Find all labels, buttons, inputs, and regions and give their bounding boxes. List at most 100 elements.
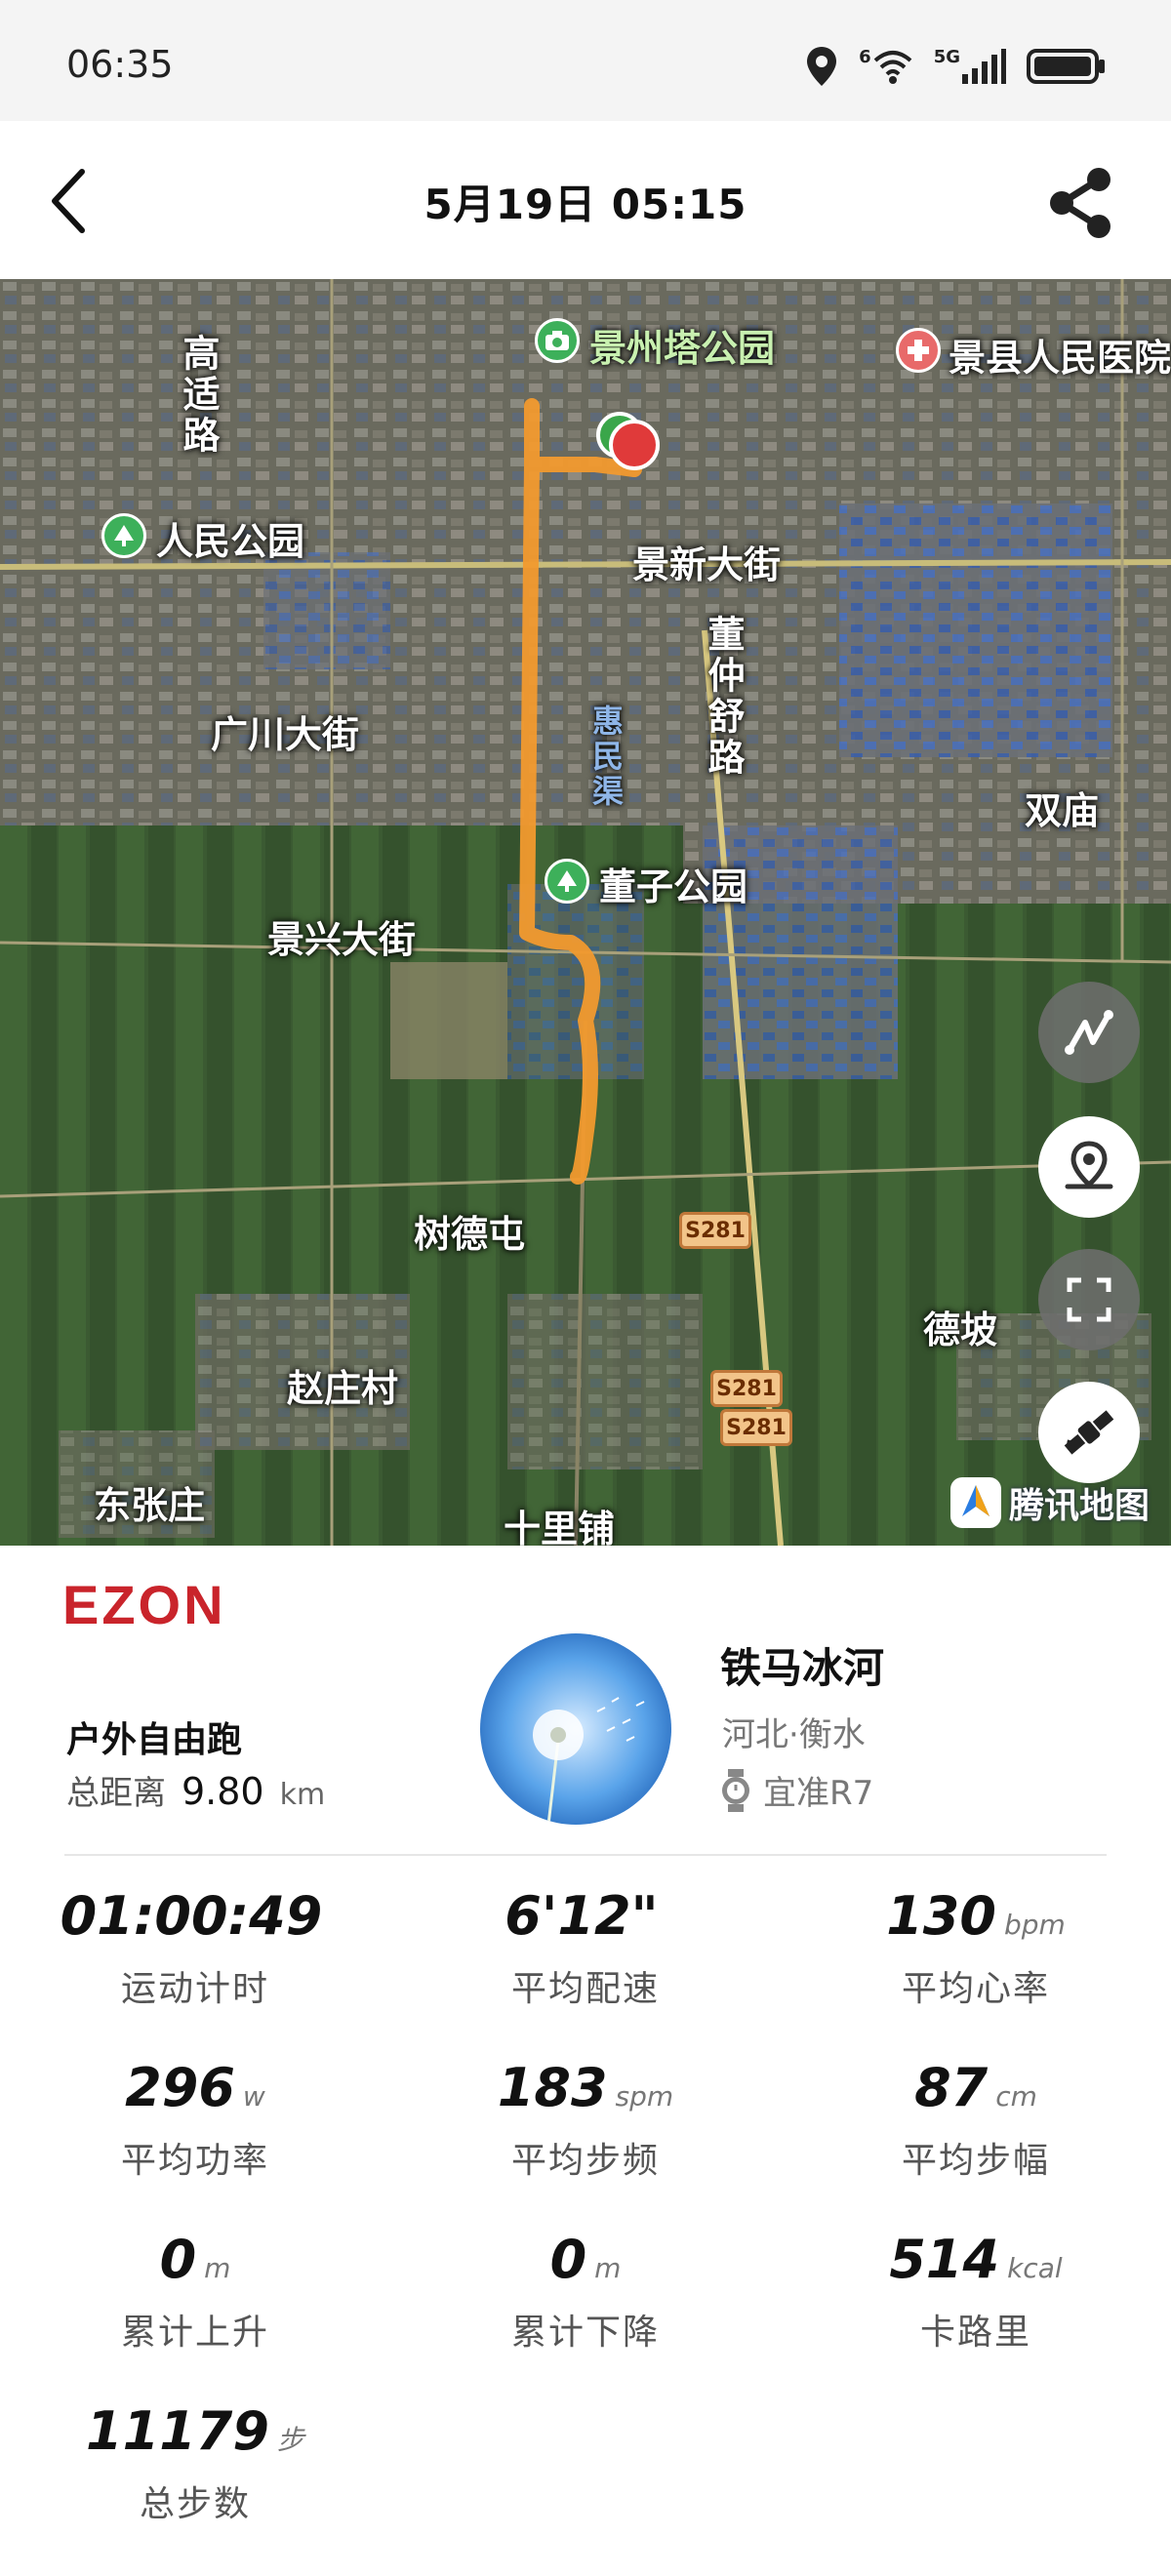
share-icon (1050, 168, 1110, 238)
stat-unit: bpm (1003, 1909, 1066, 1941)
map-view[interactable]: 景州塔公园 景县人民医院 高适路 人民公园 景新大街 广川大街 董仲舒路 惠民渠… (0, 279, 1171, 1546)
map-label-shilipu: 十里铺 (504, 1508, 616, 1546)
stat-avg-heart-rate: 130 bpm 平均心率 (781, 1885, 1171, 2011)
brand-logo: EZON (62, 1574, 226, 1635)
stat-avg-cadence: 183 spm 平均步频 (390, 2057, 781, 2183)
map-label-jingxing-street: 景兴大街 (267, 918, 417, 961)
stat-label: 累计下降 (510, 2313, 660, 2353)
stat-unit: m (594, 2252, 622, 2284)
stat-duration: 01:00:49 运动计时 (0, 1885, 390, 2011)
stat-value: 01:00:49 (60, 1885, 323, 1947)
stat-value: 514 (889, 2229, 1000, 2290)
title-bar: 5月19日 05:15 (0, 121, 1171, 279)
map-label-zhaozhuang: 赵庄村 (287, 1367, 399, 1410)
fullscreen-icon (1067, 1277, 1111, 1322)
stat-label: 总步数 (139, 2484, 251, 2524)
map-label-dongzi-park: 董子公园 (599, 865, 748, 908)
stat-label: 累计上升 (120, 2313, 269, 2353)
wifi-icon: 6 (859, 47, 914, 86)
device-row: 宜准R7 (718, 1766, 873, 1814)
stat-value: 11179 (86, 2400, 269, 2462)
map-label-dongzhangzhuang: 东张庄 (94, 1484, 206, 1527)
track-toggle-button[interactable] (1038, 982, 1140, 1083)
status-icons: 6 5G (804, 45, 1107, 88)
map-label-dezhuang: 德坡 (923, 1308, 998, 1351)
satellite-map-background (0, 279, 1171, 1546)
stat-label: 平均步幅 (901, 2141, 1050, 2181)
avatar[interactable] (480, 1633, 671, 1825)
map-provider-name: 腾讯地图 (1008, 1486, 1150, 1526)
tree-poi-icon (545, 859, 589, 904)
road-shield-s281: S281 (679, 1212, 751, 1249)
stat-total-ascent: 0m 累计上升 (0, 2229, 390, 2355)
map-label-renmin-park: 人民公园 (156, 520, 305, 563)
stat-label: 平均步频 (510, 2141, 660, 2181)
stat-unit: 步 (276, 2424, 304, 2456)
map-label-hospital: 景县人民医院 (949, 337, 1171, 380)
distance-label: 总距离 (66, 1774, 166, 1813)
tencent-map-icon (949, 1477, 1001, 1528)
map-label-jingxin-street: 景新大街 (632, 543, 782, 586)
user-location: 河北·衡水 (722, 1715, 866, 1754)
stat-unit: m (204, 2252, 231, 2284)
route-icon (1065, 1010, 1113, 1055)
tree-poi-icon (101, 513, 146, 558)
map-label-park-jingzhouta: 景州塔公园 (589, 327, 776, 370)
map-label-gaoshi-road: 高适路 (177, 334, 220, 457)
network-label: 5G (933, 47, 960, 67)
fullscreen-button[interactable] (1038, 1249, 1140, 1350)
distance-unit: km (279, 1778, 326, 1812)
workout-summary-panel: EZON 户外自由跑 总距离 9.80 km 铁马冰河 河北·衡水 宜准R7 0… (0, 1546, 1171, 2576)
stat-label: 平均配速 (510, 1969, 660, 2009)
stat-unit: kcal (1007, 2252, 1063, 2284)
distance-row: 总距离 9.80 km (66, 1766, 325, 1814)
dandelion-avatar-image (480, 1633, 671, 1825)
location-pin-icon (1065, 1141, 1113, 1189)
watch-icon (722, 1768, 749, 1812)
map-provider-logo: 腾讯地图 (949, 1475, 1150, 1530)
stat-unit: spm (615, 2080, 674, 2113)
location-icon (804, 45, 839, 88)
stat-unit: cm (995, 2080, 1037, 2113)
stat-label: 运动计时 (120, 1969, 269, 2009)
stat-unit: w (242, 2080, 265, 2113)
satellite-icon (1064, 1410, 1114, 1455)
road-shield-s281: S281 (720, 1409, 792, 1446)
stat-value: 0 (549, 2229, 587, 2290)
map-label-shuangmiao: 双庙 (1025, 789, 1100, 832)
stat-value: 130 (886, 1885, 996, 1947)
page-title: 5月19日 05:15 (424, 181, 747, 228)
road-shield-s281: S281 (710, 1370, 783, 1407)
status-bar: 06:35 6 5G (0, 0, 1171, 121)
satellite-layer-button[interactable] (1038, 1382, 1140, 1483)
stat-label: 平均心率 (901, 1969, 1050, 2009)
sport-type: 户外自由跑 (66, 1720, 243, 1760)
stat-total-descent: 0m 累计下降 (390, 2229, 781, 2355)
stat-value: 0 (159, 2229, 197, 2290)
stat-avg-power: 296 w 平均功率 (0, 2057, 390, 2183)
stat-avg-stride: 87 cm 平均步幅 (781, 2057, 1171, 2183)
stat-calories: 514 kcal 卡路里 (781, 2229, 1171, 2355)
user-name: 铁马冰河 (720, 1644, 885, 1692)
stat-label: 平均功率 (120, 2141, 269, 2181)
end-marker (609, 420, 660, 470)
signal-icon: 5G (934, 47, 1007, 86)
device-name: 宜准R7 (763, 1774, 874, 1813)
map-label-shudetun: 树德屯 (414, 1213, 526, 1256)
share-button[interactable] (1042, 164, 1120, 242)
stat-avg-pace: 6'12" 平均配速 (390, 1885, 781, 2011)
stat-total-steps: 11179 步 总步数 (0, 2400, 390, 2526)
map-label-dongzhongshu-road: 董仲舒路 (702, 615, 745, 779)
stat-label: 卡路里 (919, 2313, 1031, 2353)
stat-value: 6'12" (505, 1885, 659, 1947)
stat-value: 296 (125, 2057, 235, 2118)
map-label-huimin-canal: 惠民渠 (587, 704, 625, 810)
locate-button[interactable] (1038, 1116, 1140, 1218)
status-time: 06:35 (66, 43, 174, 86)
battery-icon (1027, 47, 1107, 86)
divider (64, 1854, 1107, 1856)
stat-value: 183 (497, 2057, 608, 2118)
distance-value: 9.80 (182, 1770, 264, 1813)
hospital-icon (896, 328, 941, 373)
stat-value: 87 (914, 2057, 989, 2118)
